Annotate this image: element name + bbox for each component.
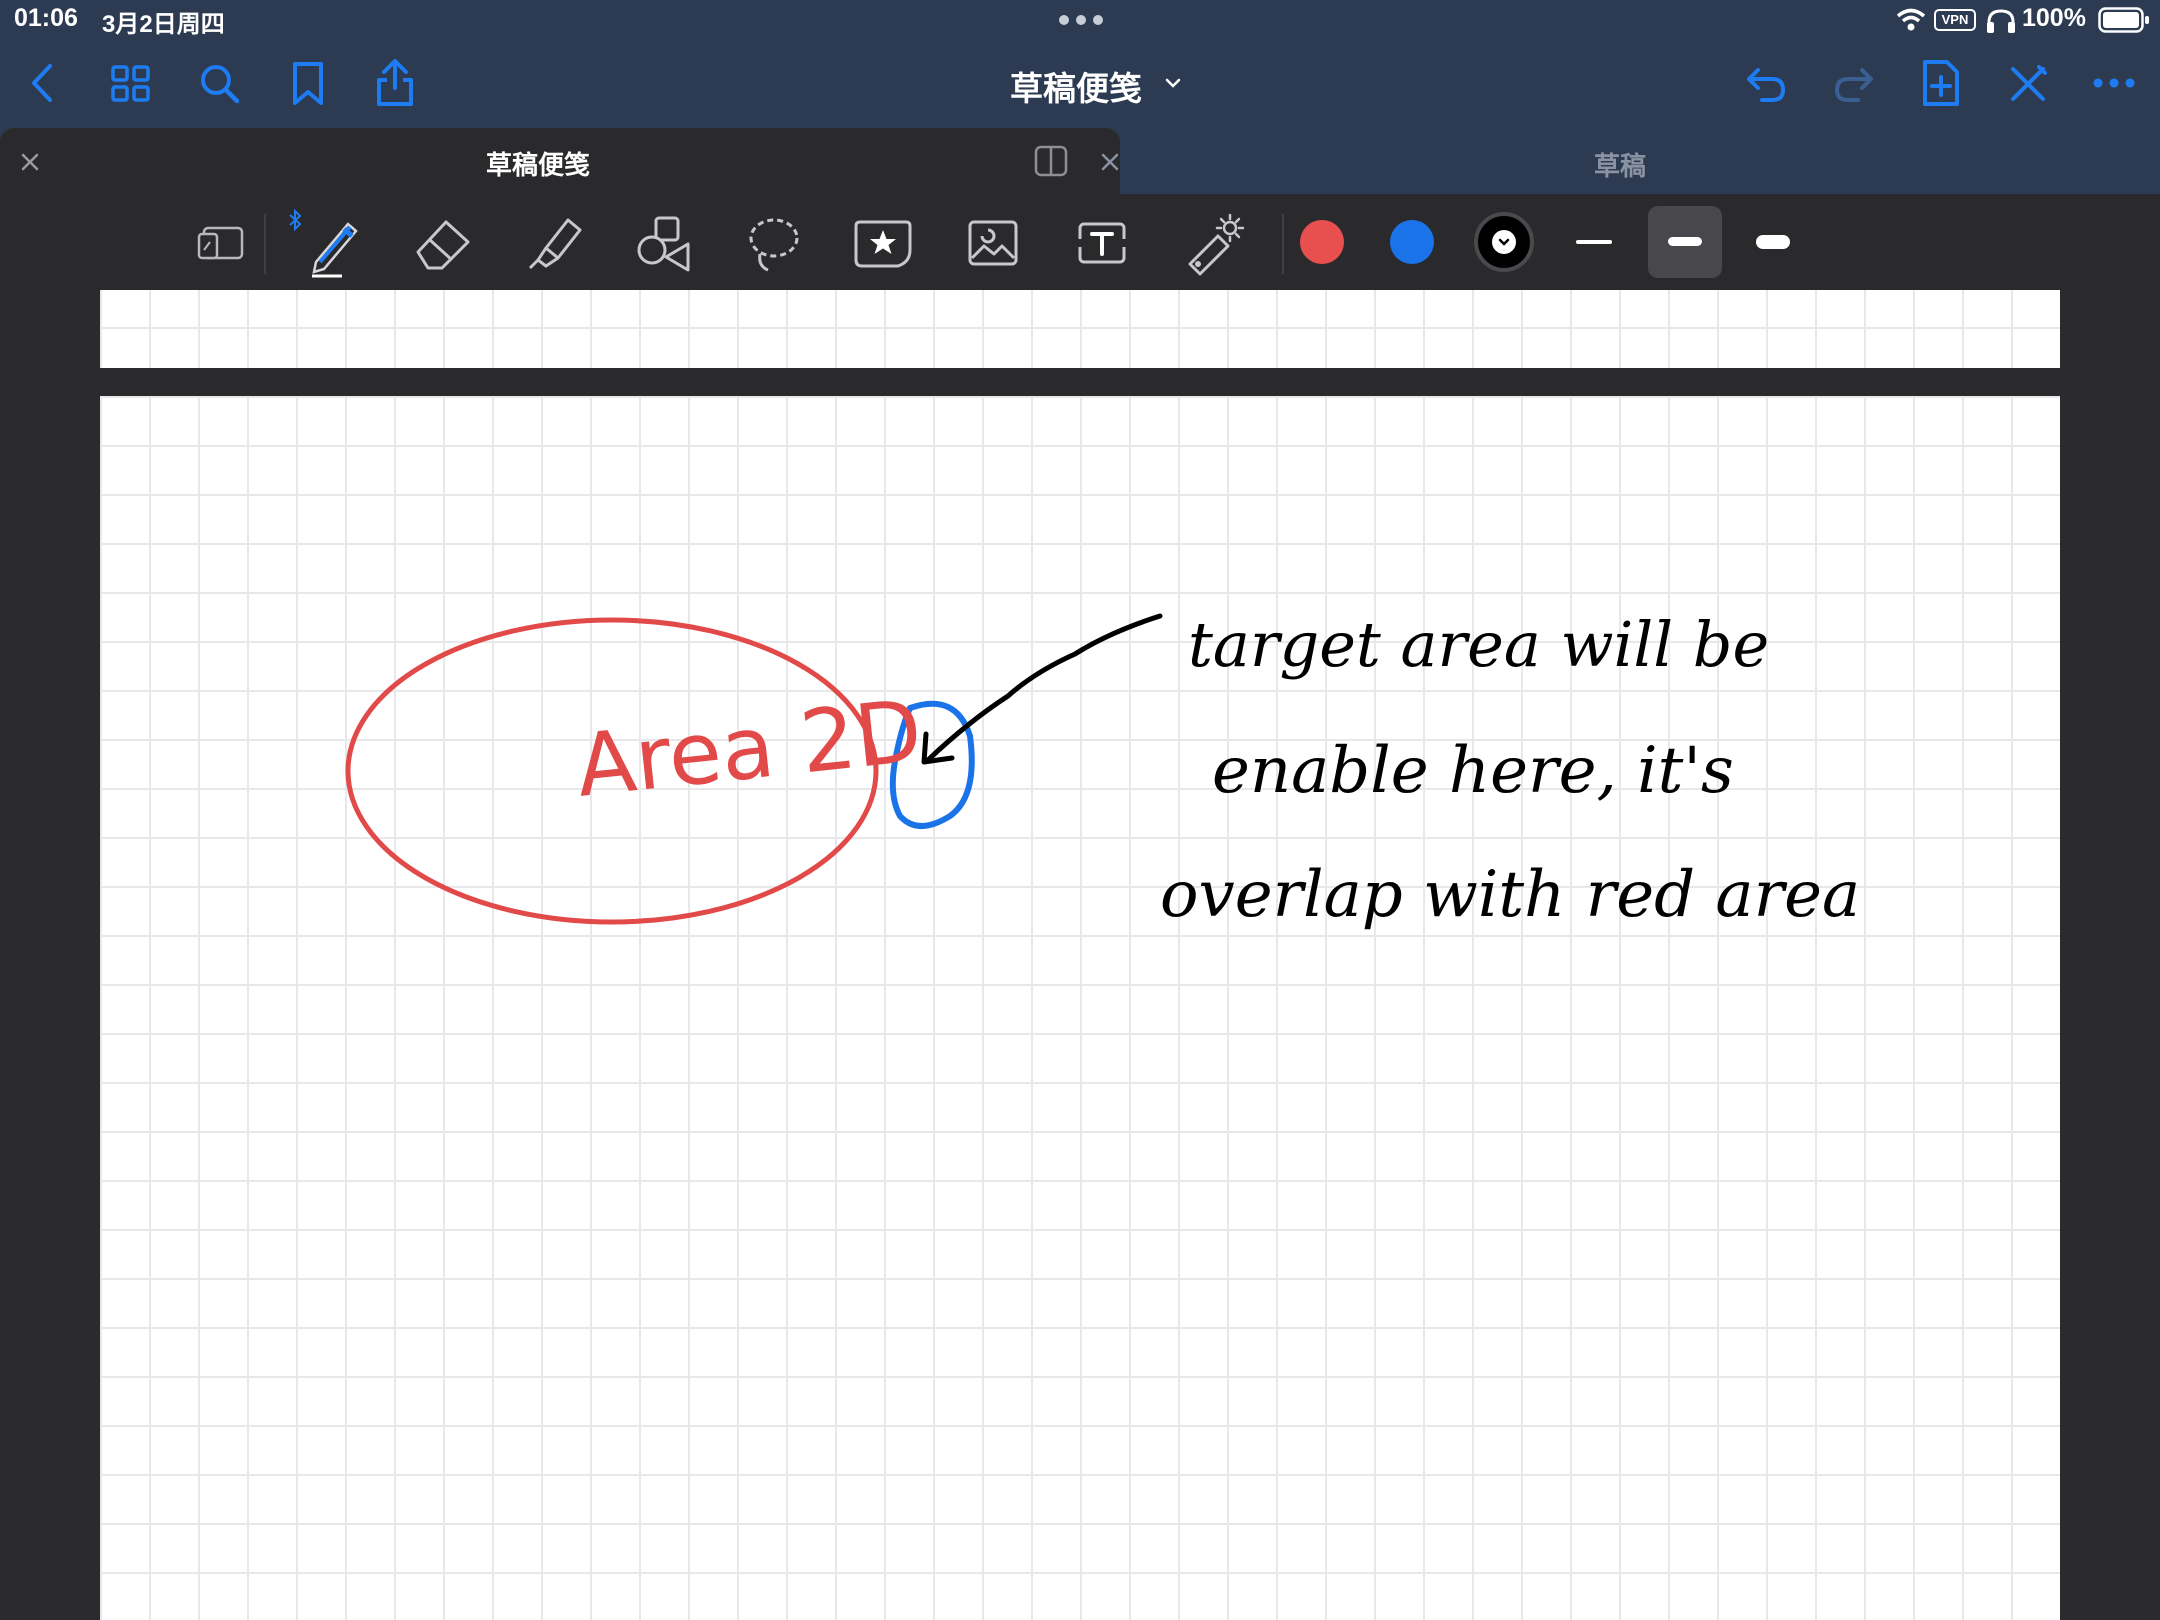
vpn-badge: VPN xyxy=(1934,9,1976,31)
eraser-icon[interactable] xyxy=(412,216,474,272)
text-icon[interactable] xyxy=(1074,218,1130,268)
current-page[interactable]: Area 2D target area will be enable here,… xyxy=(100,396,2060,1620)
grid-view-icon[interactable] xyxy=(110,64,152,104)
title-chevron-down-icon[interactable] xyxy=(1164,76,1182,90)
laser-pointer-icon[interactable] xyxy=(1184,212,1248,278)
stroke-width-medium-bar xyxy=(1668,237,1702,246)
toolbar-divider-2 xyxy=(1282,214,1284,274)
share-icon[interactable] xyxy=(374,58,416,108)
color-swatch-black-selected[interactable] xyxy=(1474,212,1534,272)
back-chevron-icon[interactable] xyxy=(26,62,60,104)
note-line-2: enable here, it's xyxy=(1212,734,1734,808)
bookmark-icon[interactable] xyxy=(290,60,326,108)
status-bar: 01:06 3月2日周四 VPN 100% xyxy=(0,0,2160,40)
ink-layer: Area 2D target area will be enable here,… xyxy=(345,608,1860,932)
color-swatch-blue[interactable] xyxy=(1390,220,1434,264)
wifi-icon xyxy=(1896,8,1926,32)
drawing-toolbar xyxy=(0,194,2160,290)
note-canvas[interactable]: Area 2D target area will be enable here,… xyxy=(0,290,2160,1620)
toolbar-divider xyxy=(264,214,266,274)
search-icon[interactable] xyxy=(198,62,242,106)
tab-close-icon-2[interactable] xyxy=(1100,152,1120,172)
color-picker-chevron-icon[interactable] xyxy=(1492,230,1516,254)
keyboard-scribble-icon[interactable] xyxy=(196,222,246,264)
bluetooth-icon xyxy=(288,208,302,232)
stroke-width-medium-selected[interactable] xyxy=(1648,206,1722,278)
undo-icon[interactable] xyxy=(1744,62,1788,106)
redo-icon[interactable] xyxy=(1832,62,1876,106)
tab-close-icon[interactable] xyxy=(20,152,40,172)
shapes-icon[interactable] xyxy=(634,214,694,276)
multitasking-dots-icon[interactable] xyxy=(1058,14,1104,26)
note-line-3: overlap with red area xyxy=(1160,858,1860,932)
status-date: 3月2日周四 xyxy=(102,11,225,38)
status-time: 01:06 xyxy=(14,4,78,32)
previous-page[interactable] xyxy=(100,290,2060,368)
tab-active[interactable]: 草稿便笺 xyxy=(0,128,1120,194)
note-line-1: target area will be xyxy=(1188,608,1769,681)
highlighter-icon[interactable] xyxy=(524,214,584,274)
headphones-icon xyxy=(1984,8,2018,34)
document-title[interactable]: 草稿便笺 xyxy=(1010,62,1142,110)
stroke-width-thin[interactable] xyxy=(1576,240,1612,244)
battery-percent: 100% xyxy=(2022,4,2086,32)
stroke-width-thick[interactable] xyxy=(1756,235,1790,249)
sticker-icon[interactable] xyxy=(852,216,914,272)
navigation-bar: 草稿便笺 xyxy=(0,40,2160,132)
tab-label: 草稿便笺 xyxy=(486,150,591,180)
arrow-stroke xyxy=(925,613,1163,763)
tab-label-2[interactable]: 草稿 xyxy=(1594,146,1646,183)
pen-close-icon[interactable] xyxy=(2006,62,2050,106)
pen-icon[interactable] xyxy=(306,214,364,278)
image-icon[interactable] xyxy=(966,218,1020,268)
color-swatch-red[interactable] xyxy=(1300,220,1344,264)
more-options-icon[interactable] xyxy=(2092,76,2136,90)
split-view-icon[interactable] xyxy=(1034,144,1068,178)
lasso-icon[interactable] xyxy=(746,214,802,276)
battery-icon xyxy=(2098,7,2150,33)
add-page-icon[interactable] xyxy=(1920,58,1962,108)
